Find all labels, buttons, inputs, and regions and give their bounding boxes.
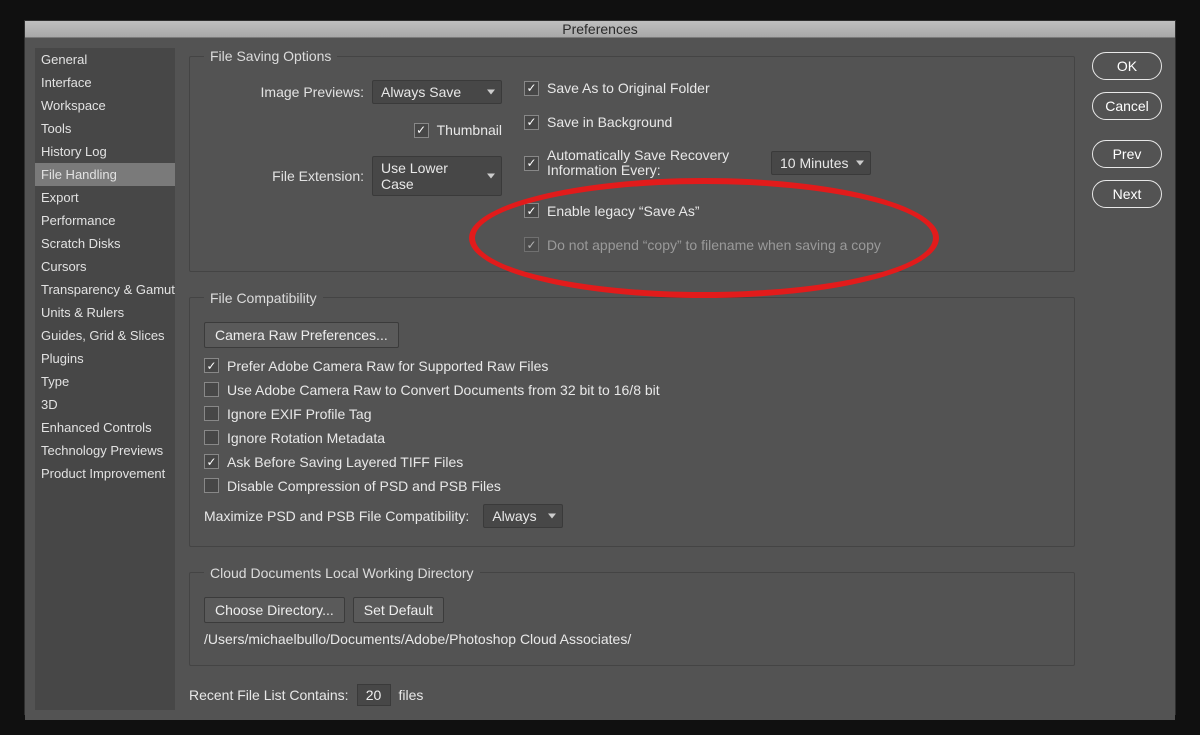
camera-raw-prefs-button[interactable]: Camera Raw Preferences... — [204, 322, 399, 348]
use-raw-32-checkbox[interactable] — [204, 382, 219, 397]
preferences-window: Preferences GeneralInterfaceWorkspaceToo… — [24, 20, 1176, 715]
sidebar-item-general[interactable]: General — [35, 48, 175, 71]
file-compatibility-legend: File Compatibility — [204, 290, 323, 306]
auto-save-label: Automatically Save Recovery Information … — [547, 148, 757, 179]
recent-files-input[interactable] — [357, 684, 391, 706]
sidebar-item-cursors[interactable]: Cursors — [35, 255, 175, 278]
ask-tiff-checkbox[interactable] — [204, 454, 219, 469]
ok-button[interactable]: OK — [1092, 52, 1162, 80]
sidebar-item-workspace[interactable]: Workspace — [35, 94, 175, 117]
save-as-original-checkbox[interactable] — [524, 81, 539, 96]
file-saving-group: File Saving Options Image Previews: Alwa… — [189, 48, 1075, 272]
ask-tiff-label: Ask Before Saving Layered TIFF Files — [227, 454, 463, 470]
ignore-exif-label: Ignore EXIF Profile Tag — [227, 406, 371, 422]
right-button-column: OK Cancel Prev Next — [1089, 48, 1165, 710]
sidebar-item-file-handling[interactable]: File Handling — [35, 163, 175, 186]
sidebar-item-history-log[interactable]: History Log — [35, 140, 175, 163]
no-append-copy-checkbox — [524, 237, 539, 252]
cloud-directory-group: Cloud Documents Local Working Directory … — [189, 565, 1075, 666]
file-saving-legend: File Saving Options — [204, 48, 337, 64]
auto-save-interval-select[interactable]: 10 Minutes — [771, 151, 871, 175]
file-compatibility-group: File Compatibility Camera Raw Preference… — [189, 290, 1075, 547]
no-append-copy-label: Do not append “copy” to filename when sa… — [547, 237, 881, 253]
ignore-rotation-checkbox[interactable] — [204, 430, 219, 445]
choose-directory-button[interactable]: Choose Directory... — [204, 597, 345, 623]
sidebar-item-performance[interactable]: Performance — [35, 209, 175, 232]
sidebar-item-enhanced-controls[interactable]: Enhanced Controls — [35, 416, 175, 439]
window-title: Preferences — [562, 21, 637, 37]
ignore-rotation-label: Ignore Rotation Metadata — [227, 430, 385, 446]
sidebar-item-scratch-disks[interactable]: Scratch Disks — [35, 232, 175, 255]
sidebar-item-type[interactable]: Type — [35, 370, 175, 393]
recent-files-label-before: Recent File List Contains: — [189, 687, 349, 703]
cloud-directory-legend: Cloud Documents Local Working Directory — [204, 565, 480, 581]
sidebar-item-tools[interactable]: Tools — [35, 117, 175, 140]
cancel-button[interactable]: Cancel — [1092, 92, 1162, 120]
cloud-directory-path: /Users/michaelbullo/Documents/Adobe/Phot… — [204, 631, 631, 647]
window-titlebar: Preferences — [25, 21, 1175, 38]
ignore-exif-checkbox[interactable] — [204, 406, 219, 421]
disable-compress-checkbox[interactable] — [204, 478, 219, 493]
save-in-background-label: Save in Background — [547, 114, 672, 130]
enable-legacy-label: Enable legacy “Save As” — [547, 203, 700, 219]
save-in-background-checkbox[interactable] — [524, 115, 539, 130]
auto-save-checkbox[interactable] — [524, 156, 539, 171]
sidebar-item-export[interactable]: Export — [35, 186, 175, 209]
sidebar-item-product-improvement[interactable]: Product Improvement — [35, 462, 175, 485]
content-area: GeneralInterfaceWorkspaceToolsHistory Lo… — [25, 38, 1175, 720]
thumbnail-label: Thumbnail — [437, 122, 502, 138]
disable-compress-label: Disable Compression of PSD and PSB Files — [227, 478, 501, 494]
maximize-compat-select[interactable]: Always — [483, 504, 563, 528]
sidebar-item-units-rulers[interactable]: Units & Rulers — [35, 301, 175, 324]
sidebar-item-plugins[interactable]: Plugins — [35, 347, 175, 370]
image-previews-label: Image Previews: — [204, 84, 364, 100]
file-extension-select[interactable]: Use Lower Case — [372, 156, 502, 196]
image-previews-select[interactable]: Always Save — [372, 80, 502, 104]
category-sidebar: GeneralInterfaceWorkspaceToolsHistory Lo… — [35, 48, 175, 710]
sidebar-item-interface[interactable]: Interface — [35, 71, 175, 94]
sidebar-item-technology-previews[interactable]: Technology Previews — [35, 439, 175, 462]
sidebar-item-guides-grid-slices[interactable]: Guides, Grid & Slices — [35, 324, 175, 347]
file-extension-label: File Extension: — [204, 168, 364, 184]
maximize-compat-label: Maximize PSD and PSB File Compatibility: — [204, 508, 469, 524]
recent-files-label-after: files — [399, 687, 424, 703]
sidebar-item-transparency-gamut[interactable]: Transparency & Gamut — [35, 278, 175, 301]
set-default-button[interactable]: Set Default — [353, 597, 444, 623]
prefer-raw-label: Prefer Adobe Camera Raw for Supported Ra… — [227, 358, 548, 374]
prefer-raw-checkbox[interactable] — [204, 358, 219, 373]
main-panel: File Saving Options Image Previews: Alwa… — [189, 48, 1075, 710]
sidebar-item-3d[interactable]: 3D — [35, 393, 175, 416]
enable-legacy-checkbox[interactable] — [524, 203, 539, 218]
save-as-original-label: Save As to Original Folder — [547, 80, 710, 96]
thumbnail-checkbox[interactable] — [414, 123, 429, 138]
use-raw-32-label: Use Adobe Camera Raw to Convert Document… — [227, 382, 660, 398]
prev-button[interactable]: Prev — [1092, 140, 1162, 168]
next-button[interactable]: Next — [1092, 180, 1162, 208]
